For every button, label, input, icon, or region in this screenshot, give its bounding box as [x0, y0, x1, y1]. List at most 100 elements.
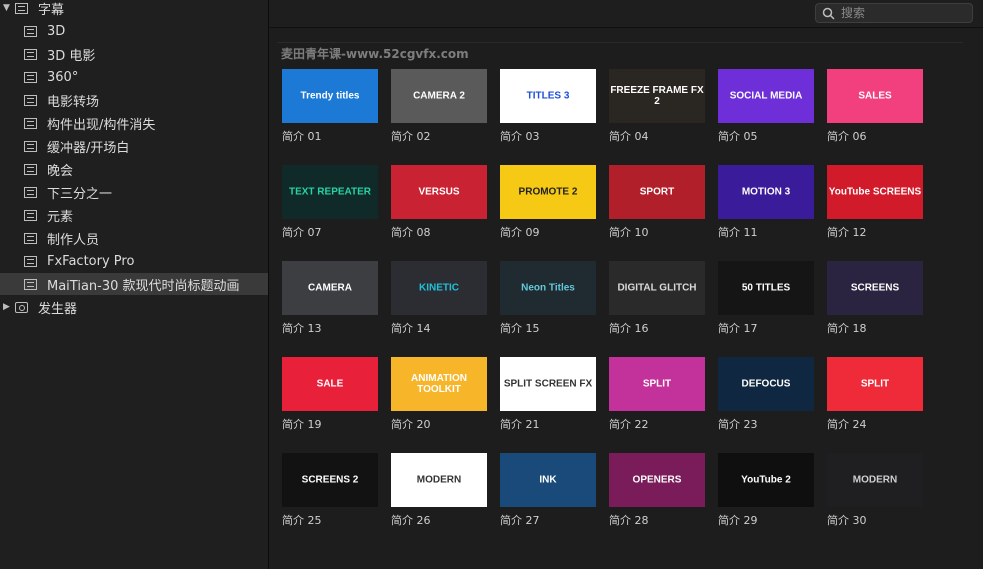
sidebar-item-label: 制作人员	[47, 232, 100, 248]
title-thumbnail[interactable]: FREEZE FRAME FX 2 简介 04	[609, 69, 706, 145]
thumbnail-image[interactable]: FREEZE FRAME FX 2	[609, 69, 705, 123]
title-thumbnail[interactable]: 50 TITLES 简介 17	[718, 261, 815, 337]
sidebar-item-label: 元素	[47, 209, 74, 225]
thumbnail-image[interactable]: VERSUS	[391, 165, 487, 219]
title-thumbnail[interactable]: SCREENS 简介 18	[827, 261, 924, 337]
thumbnail-image[interactable]: KINETIC	[391, 261, 487, 315]
sidebar-item[interactable]: FxFactory Pro	[0, 250, 268, 272]
thumbnail-image[interactable]: Neon Titles	[500, 261, 596, 315]
title-thumbnail[interactable]: DEFOCUS 简介 23	[718, 357, 815, 433]
thumbnail-image[interactable]: MODERN	[827, 453, 923, 507]
sidebar-item[interactable]: 晚会	[0, 158, 268, 180]
sidebar-item[interactable]: 元素	[0, 204, 268, 226]
title-thumbnail[interactable]: ANIMATION TOOLKIT 简介 20	[391, 357, 488, 433]
thumbnail-title-text: Neon Titles	[521, 282, 575, 294]
title-thumbnail[interactable]: VERSUS 简介 08	[391, 165, 488, 241]
title-thumbnail[interactable]: CAMERA 2 简介 02	[391, 69, 488, 145]
thumbnail-image[interactable]: TEXT REPEATER	[282, 165, 378, 219]
sidebar-item[interactable]: 360°	[0, 66, 268, 88]
thumbnail-title-text: MOTION 3	[741, 186, 791, 198]
search-input[interactable]	[841, 6, 961, 20]
sidebar-item[interactable]: MaiTian-30 款现代时尚标题动画	[0, 273, 268, 295]
sidebar-item[interactable]: 缓冲器/开场白	[0, 135, 268, 157]
thumbnail-image[interactable]: INK	[500, 453, 596, 507]
title-thumbnail[interactable]: TITLES 3 简介 03	[500, 69, 597, 145]
title-thumbnail[interactable]: KINETIC 简介 14	[391, 261, 488, 337]
thumbnail-image[interactable]: SPLIT	[609, 357, 705, 411]
title-thumbnail[interactable]: SALES 简介 06	[827, 69, 924, 145]
thumbnail-image[interactable]: YouTube SCREENS	[827, 165, 923, 219]
sidebar-item[interactable]: ▼ 字幕	[0, 0, 268, 19]
sidebar-item-label: 3D	[47, 23, 66, 39]
sidebar-item-label: 360°	[47, 69, 79, 85]
title-thumbnail[interactable]: SPLIT 简介 24	[827, 357, 924, 433]
title-category-icon	[24, 278, 37, 290]
thumbnail-title-text: INK	[539, 474, 557, 486]
thumbnail-image[interactable]: SCREENS 2	[282, 453, 378, 507]
sidebar-item[interactable]: 3D	[0, 20, 268, 42]
sidebar: ▼ 字幕 3D 3D 电影 360° 电影转场 构件出现/构件消失 缓冲器/开场白晚会下三分之…	[0, 0, 269, 569]
title-thumbnail[interactable]: DIGITAL GLITCH 简介 16	[609, 261, 706, 337]
title-category-icon	[24, 186, 37, 198]
sidebar-item-label: 字幕	[38, 2, 65, 18]
thumbnail-image[interactable]: SOCIAL MEDIA	[718, 69, 814, 123]
title-thumbnail[interactable]: Neon Titles 简介 15	[500, 261, 597, 337]
sidebar-item-label: 3D 电影	[47, 48, 96, 64]
title-category-icon	[24, 71, 37, 83]
thumbnail-image[interactable]: SALE	[282, 357, 378, 411]
sidebar-item[interactable]: 电影转场	[0, 89, 268, 111]
thumbnail-caption: 简介 13	[282, 322, 322, 335]
title-thumbnail[interactable]: YouTube 2 简介 29	[718, 453, 815, 529]
sidebar-item-label: 晚会	[47, 163, 74, 179]
sidebar-item[interactable]: 下三分之一	[0, 181, 268, 203]
title-thumbnail[interactable]: SCREENS 2 简介 25	[282, 453, 379, 529]
sidebar-item[interactable]: 3D 电影	[0, 43, 268, 65]
title-thumbnail[interactable]: TEXT REPEATER 简介 07	[282, 165, 379, 241]
sidebar-item[interactable]: 制作人员	[0, 227, 268, 249]
thumbnail-image[interactable]: DIGITAL GLITCH	[609, 261, 705, 315]
title-thumbnail[interactable]: SPLIT SCREEN FX 简介 21	[500, 357, 597, 433]
title-thumbnail[interactable]: SALE 简介 19	[282, 357, 379, 433]
thumbnail-image[interactable]: CAMERA 2	[391, 69, 487, 123]
title-thumbnail[interactable]: CAMERA 简介 13	[282, 261, 379, 337]
thumbnail-image[interactable]: SCREENS	[827, 261, 923, 315]
thumbnail-image[interactable]: CAMERA	[282, 261, 378, 315]
thumbnail-image[interactable]: DEFOCUS	[718, 357, 814, 411]
thumbnail-image[interactable]: ANIMATION TOOLKIT	[391, 357, 487, 411]
title-thumbnail[interactable]: Trendy titles 简介 01	[282, 69, 379, 145]
thumbnail-title-text: SPLIT SCREEN FX	[503, 378, 593, 390]
thumbnail-image[interactable]: MODERN	[391, 453, 487, 507]
sidebar-item[interactable]: ▶ 发生器	[0, 296, 268, 318]
thumbnail-caption: 简介 30	[827, 514, 867, 527]
title-thumbnail[interactable]: MODERN 简介 26	[391, 453, 488, 529]
thumbnail-image[interactable]: Trendy titles	[282, 69, 378, 123]
thumbnail-image[interactable]: SALES	[827, 69, 923, 123]
title-thumbnail[interactable]: SOCIAL MEDIA 简介 05	[718, 69, 815, 145]
search-field[interactable]	[815, 3, 973, 23]
title-thumbnail[interactable]: MOTION 3 简介 11	[718, 165, 815, 241]
divider	[277, 42, 963, 43]
thumbnail-image[interactable]: MOTION 3	[718, 165, 814, 219]
title-thumbnail[interactable]: SPORT 简介 10	[609, 165, 706, 241]
thumbnail-image[interactable]: SPLIT	[827, 357, 923, 411]
disclosure-expanded-icon[interactable]: ▼	[3, 3, 13, 13]
thumbnail-image[interactable]: YouTube 2	[718, 453, 814, 507]
thumbnail-image[interactable]: OPENERS	[609, 453, 705, 507]
thumbnail-image[interactable]: PROMOTE 2	[500, 165, 596, 219]
title-thumbnail[interactable]: MODERN 简介 30	[827, 453, 924, 529]
title-thumbnail[interactable]: PROMOTE 2 简介 09	[500, 165, 597, 241]
thumbnail-image[interactable]: SPLIT SCREEN FX	[500, 357, 596, 411]
title-thumbnail[interactable]: YouTube SCREENS 简介 12	[827, 165, 924, 241]
title-thumbnail[interactable]: INK 简介 27	[500, 453, 597, 529]
thumbnail-image[interactable]: 50 TITLES	[718, 261, 814, 315]
thumbnail-image[interactable]: TITLES 3	[500, 69, 596, 123]
thumbnail-caption: 简介 25	[282, 514, 322, 527]
thumbnail-title-text: SALE	[316, 378, 344, 390]
title-thumbnail[interactable]: SPLIT 简介 22	[609, 357, 706, 433]
disclosure-collapsed-icon[interactable]: ▶	[3, 302, 13, 312]
thumbnail-image[interactable]: SPORT	[609, 165, 705, 219]
title-thumbnail[interactable]: OPENERS 简介 28	[609, 453, 706, 529]
sidebar-item[interactable]: 构件出现/构件消失	[0, 112, 268, 134]
title-category-icon	[24, 255, 37, 267]
thumbnail-caption: 简介 09	[500, 226, 540, 239]
